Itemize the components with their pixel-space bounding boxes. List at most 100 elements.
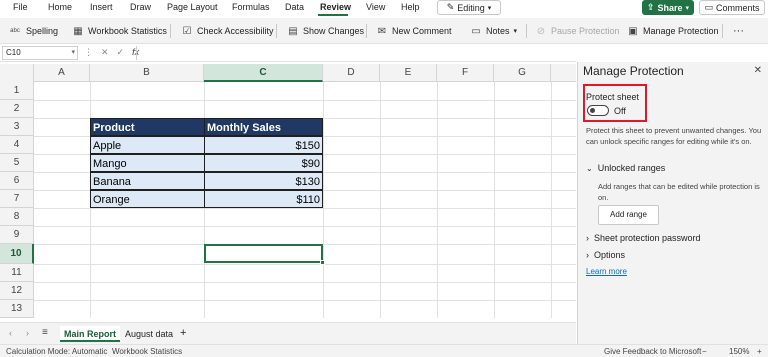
zoom-level[interactable]: 150%: [729, 347, 749, 356]
table-cell-sales[interactable]: $110: [204, 190, 323, 208]
row-header[interactable]: 12: [0, 282, 34, 300]
menu-data[interactable]: Data: [285, 2, 304, 12]
workbook-statistics-status[interactable]: Workbook Statistics: [112, 347, 182, 356]
show-changes-button[interactable]: ▤ Show Changes: [287, 22, 364, 40]
column-header-g[interactable]: G: [494, 64, 551, 82]
menu-home[interactable]: Home: [48, 2, 72, 12]
row-header[interactable]: 7: [0, 190, 34, 208]
ribbon-separator: [276, 24, 277, 38]
column-header-d[interactable]: D: [323, 64, 380, 82]
column-headers: A B C D E F G: [0, 64, 576, 82]
chevron-down-icon: ▾: [685, 4, 690, 12]
table-cell-sales[interactable]: $150: [204, 136, 323, 154]
sheet-tab-main-report[interactable]: Main Report: [60, 326, 121, 342]
share-label: Share: [657, 2, 683, 13]
menu-bar: File Home Insert Draw Page Layout Formul…: [0, 0, 768, 16]
table-cell-product[interactable]: Orange: [90, 190, 205, 208]
manage-protection-icon: ▣: [628, 25, 638, 37]
row-header[interactable]: 11: [0, 264, 34, 282]
table-cell-product[interactable]: Apple: [90, 136, 205, 154]
column-header-f[interactable]: F: [437, 64, 494, 82]
enter-icon[interactable]: ✓: [117, 47, 125, 58]
row-header[interactable]: 9: [0, 226, 34, 244]
unlocked-ranges-section[interactable]: ⌄ Unlocked ranges: [586, 163, 665, 173]
row-header[interactable]: 4: [0, 136, 34, 154]
formula-actions: ⋮ ✕ ✓ fx: [84, 47, 139, 58]
zoom-in-icon[interactable]: +: [757, 347, 762, 356]
notes-label: Notes: [486, 26, 510, 36]
menu-page-layout[interactable]: Page Layout: [167, 2, 218, 12]
workbook-statistics-button[interactable]: ▦ Workbook Statistics: [72, 22, 167, 40]
menu-view[interactable]: View: [366, 2, 385, 12]
spelling-button[interactable]: abc Spelling: [8, 22, 58, 40]
chevron-right-icon[interactable]: ›: [26, 328, 29, 338]
feedback-link[interactable]: Give Feedback to Microsoft: [604, 347, 701, 356]
column-header-c[interactable]: C: [204, 64, 323, 82]
all-sheets-menu-icon[interactable]: ≡: [42, 327, 48, 338]
spreadsheet-grid[interactable]: A B C D E F G 1 2 3 4 5 6 7 8 9 10 11 12…: [0, 64, 576, 318]
chevron-left-icon[interactable]: ‹: [9, 328, 12, 338]
sheet-password-section[interactable]: › Sheet protection password: [586, 233, 701, 243]
column-header-a[interactable]: A: [34, 64, 90, 82]
menu-draw[interactable]: Draw: [130, 2, 151, 12]
highlight-box: [583, 84, 647, 122]
check-accessibility-label: Check Accessibility: [197, 26, 274, 36]
zoom-out-icon[interactable]: −: [702, 347, 707, 356]
menu-file[interactable]: File: [13, 2, 28, 12]
options-section[interactable]: › Options: [586, 250, 625, 260]
chevron-right-icon: ›: [586, 250, 589, 260]
row-header[interactable]: 13: [0, 300, 34, 318]
share-button[interactable]: ⇪ Share ▾: [642, 0, 694, 15]
name-box[interactable]: C10 ▾: [2, 46, 78, 60]
unlocked-ranges-description: Add ranges that can be edited while prot…: [598, 182, 760, 202]
gridline: [34, 282, 576, 283]
table-cell-product[interactable]: Banana: [90, 172, 205, 190]
menu-insert[interactable]: Insert: [90, 2, 113, 12]
active-cell-c10[interactable]: [204, 244, 323, 263]
learn-more-link[interactable]: Learn more: [586, 267, 627, 276]
formula-input[interactable]: [136, 46, 574, 60]
row-header[interactable]: 1: [0, 82, 34, 100]
check-accessibility-button[interactable]: ☑ Check Accessibility: [181, 22, 274, 40]
column-header-e[interactable]: E: [380, 64, 437, 82]
menu-review[interactable]: Review: [320, 2, 351, 12]
notes-icon: ▭: [471, 25, 481, 37]
protect-sheet-toggle[interactable]: [587, 105, 609, 116]
row-header-selected[interactable]: 10: [0, 244, 34, 264]
comments-button[interactable]: ▭ Comments: [699, 0, 765, 15]
spelling-label: Spelling: [26, 26, 59, 36]
pane-title: Manage Protection: [583, 64, 684, 78]
gridline: [34, 226, 576, 227]
row-header[interactable]: 5: [0, 154, 34, 172]
menu-formulas[interactable]: Formulas: [232, 2, 270, 12]
fill-handle[interactable]: [320, 260, 325, 265]
table-header-product[interactable]: Product: [90, 118, 205, 136]
add-range-button[interactable]: Add range: [598, 205, 659, 225]
table-cell-sales[interactable]: $90: [204, 154, 323, 172]
close-icon[interactable]: ✕: [754, 65, 762, 76]
pause-protection-button[interactable]: ⊘ Pause Protection: [535, 22, 620, 40]
add-sheet-button[interactable]: +: [176, 325, 190, 341]
row-header[interactable]: 8: [0, 208, 34, 226]
calculation-mode[interactable]: Calculation Mode: Automatic: [6, 347, 107, 356]
notes-button[interactable]: ▭ Notes ▾: [470, 22, 517, 40]
protect-sheet-label: Protect sheet: [586, 92, 640, 102]
row-header[interactable]: 2: [0, 100, 34, 118]
more-options-button[interactable]: ···: [733, 22, 744, 40]
column-header-b[interactable]: B: [90, 64, 204, 82]
row-header[interactable]: 3: [0, 118, 34, 136]
editing-mode-button[interactable]: ✎ Editing ▾: [437, 0, 501, 15]
toggle-state-label: Off: [614, 106, 626, 116]
table-header-monthly-sales[interactable]: Monthly Sales: [204, 118, 323, 136]
new-comment-button[interactable]: ✉ New Comment: [376, 22, 452, 40]
select-all-corner[interactable]: [0, 64, 34, 82]
row-header[interactable]: 6: [0, 172, 34, 190]
table-cell-product[interactable]: Mango: [90, 154, 205, 172]
cancel-icon[interactable]: ✕: [101, 47, 109, 58]
table-cell-sales[interactable]: $130: [204, 172, 323, 190]
sheet-tab-august-data[interactable]: August data: [121, 326, 177, 342]
manage-protection-button[interactable]: ▣ Manage Protection: [627, 22, 718, 40]
accessibility-icon: ☑: [182, 25, 192, 37]
menu-help[interactable]: Help: [401, 2, 420, 12]
unlocked-ranges-label: Unlocked ranges: [597, 163, 666, 173]
